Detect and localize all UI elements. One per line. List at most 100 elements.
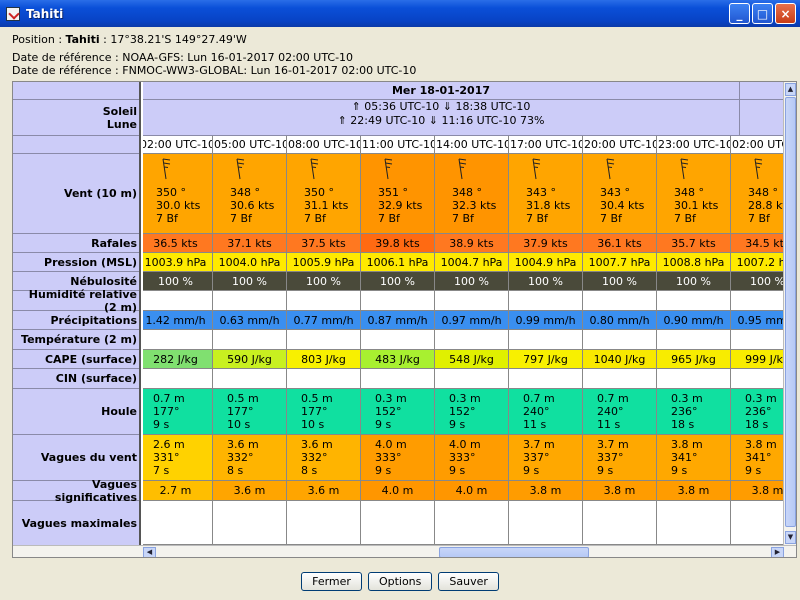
vertical-scrollbar[interactable]: ▲ ▼ — [783, 82, 796, 545]
cell-ww: 3.7 m 337° 9 s — [583, 435, 657, 481]
windwave-h: 3.8 m — [745, 438, 777, 451]
swell-h: 0.3 m — [375, 392, 407, 405]
wind-speed: 32.3 kts — [452, 199, 497, 212]
forecast-column: 17:00 UTC-10 343 ° 31.8 kts 7 Bf 37.9 kts 100… — [509, 82, 583, 545]
swell-h: 0.7 m — [597, 392, 629, 405]
cell-pressure: 1005.9 hPa — [287, 253, 361, 272]
swell-h: 0.3 m — [745, 392, 777, 405]
cell-pressure: 1004.9 hPa — [509, 253, 583, 272]
vertical-scroll-thumb[interactable] — [785, 97, 796, 527]
label-humidite: Humidité relative (2 m) — [13, 288, 139, 314]
reference-date-ww3: Date de référence : FNMOC-WW3-GLOBAL: Lu… — [12, 64, 417, 77]
cell-cape: 1040 J/kg — [583, 350, 657, 369]
wind-bf: 7 Bf — [674, 212, 696, 225]
cell-wind: 348 ° 30.6 kts 7 Bf — [213, 154, 287, 234]
cell-sig: 2.7 m — [143, 481, 213, 501]
wind-values: 348 °28.8 kts7 Bf — [731, 186, 785, 225]
cell-cin — [287, 369, 361, 389]
cell-time: 17:00 UTC-10 — [509, 136, 583, 154]
gust-value: 36.5 kts — [153, 236, 198, 250]
swell-p: 18 s — [671, 418, 695, 431]
swell-h: 0.3 m — [449, 392, 481, 405]
wind-values: 351 ° 32.9 kts 7 Bf — [361, 186, 434, 225]
wind-barb-icon — [231, 158, 245, 180]
cell-cin — [657, 369, 731, 389]
scroll-up-arrow-icon[interactable]: ▲ — [785, 83, 796, 96]
sig-wave-value: 2.7 m — [159, 484, 192, 497]
wind-dir: 348 ° — [230, 186, 260, 199]
forecast-time: 20:00 UTC-10 — [584, 138, 657, 151]
horizontal-scroll-thumb[interactable] — [439, 547, 589, 557]
forecast-time: 05:00 UTC-10 — [214, 138, 287, 151]
windwave-dir: 341° — [745, 451, 772, 464]
wind-speed: 30.0 kts — [156, 199, 201, 212]
options-button[interactable]: Options — [367, 572, 433, 591]
cell-cloud: 100 % — [361, 272, 435, 291]
cell-cloud: 100 % — [731, 272, 785, 291]
cell-time: 23:00 UTC-10 — [657, 136, 731, 154]
cell-cape: 282 J/kg — [143, 350, 213, 369]
cloud-value: 100 % — [158, 274, 193, 288]
scroll-down-arrow-icon[interactable]: ▼ — [785, 531, 796, 544]
cell-precip: 0.87 mm/h — [361, 311, 435, 330]
windwave-p: 9 s — [449, 464, 466, 477]
save-button[interactable]: Sauver — [438, 572, 499, 591]
position-coords: : 17°38.21'S 149°27.49'W — [99, 33, 247, 46]
precip-value: 0.63 mm/h — [219, 313, 280, 327]
swell-dir: 177° — [153, 405, 180, 418]
label-soleil: Soleil — [102, 104, 137, 118]
precip-value: 0.90 mm/h — [663, 313, 724, 327]
cell-cape: 797 J/kg — [509, 350, 583, 369]
cell-pressure: 1008.8 hPa — [657, 253, 731, 272]
close-window-button[interactable]: × — [775, 3, 796, 24]
cell-cin — [583, 369, 657, 389]
precip-value: 0.77 mm/h — [293, 313, 354, 327]
forecast-column: 08:00 UTC-10 350 ° 31.1 kts 7 Bf 37.5 kts 100… — [287, 82, 361, 545]
wind-dir: 348 ° — [674, 186, 704, 199]
swell-h: 0.7 m — [153, 392, 185, 405]
cell-ww: 3.8 m 341° 9 s — [731, 435, 785, 481]
cell-max — [361, 501, 435, 545]
pressure-value: 1003.9 hPa — [144, 255, 207, 269]
label-vent: Vent (10 m) — [13, 154, 139, 234]
cell-cin — [731, 369, 785, 389]
swell-p: 9 s — [449, 418, 466, 431]
label-lune: Lune — [106, 117, 137, 131]
cell-gust: 34.5 kts — [731, 234, 785, 253]
cape-value: 803 J/kg — [301, 352, 346, 366]
window-titlebar: Tahiti _ □ × — [0, 0, 800, 27]
swell-dir: 177° — [301, 405, 328, 418]
wind-dir: 351 ° — [378, 186, 408, 199]
cell-cloud: 100 % — [583, 272, 657, 291]
scroll-right-arrow-icon[interactable]: ▶ — [771, 547, 784, 557]
windwave-h: 4.0 m — [375, 438, 407, 451]
cell-time: 11:00 UTC-10 — [361, 136, 435, 154]
cell-cloud: 100 % — [287, 272, 361, 291]
cell-humidity — [143, 291, 213, 311]
forecast-time: 11:00 UTC-10 — [362, 138, 435, 151]
position-line: Position : Tahiti : 17°38.21'S 149°27.49… — [12, 33, 247, 46]
swell-p: 9 s — [153, 418, 170, 431]
cell-swell: 0.5 m 177° 10 s — [213, 389, 287, 435]
cell-time: 02:00 UTC-10 — [731, 136, 785, 154]
cape-value: 1040 J/kg — [593, 352, 646, 366]
cell-temp — [731, 330, 785, 350]
maximize-button[interactable]: □ — [752, 3, 773, 24]
cloud-value: 100 % — [602, 274, 637, 288]
horizontal-scrollbar[interactable]: ◀ ▶ — [13, 545, 796, 557]
close-button[interactable]: Fermer — [301, 572, 362, 591]
cloud-value: 100 % — [454, 274, 489, 288]
cell-gust: 37.5 kts — [287, 234, 361, 253]
windwave-p: 8 s — [301, 464, 318, 477]
cell-temp — [509, 330, 583, 350]
cell-max — [435, 501, 509, 545]
wind-bf: 7 Bf — [230, 212, 252, 225]
cape-value: 999 J/kg — [745, 352, 785, 366]
cell-cloud: 100 % — [143, 272, 213, 291]
scroll-left-arrow-icon[interactable]: ◀ — [143, 547, 156, 557]
cell-cloud: 100 % — [213, 272, 287, 291]
wind-dir: 350 ° — [156, 186, 186, 199]
cell-temp — [361, 330, 435, 350]
cell-precip: 0.90 mm/h — [657, 311, 731, 330]
minimize-button[interactable]: _ — [729, 3, 750, 24]
